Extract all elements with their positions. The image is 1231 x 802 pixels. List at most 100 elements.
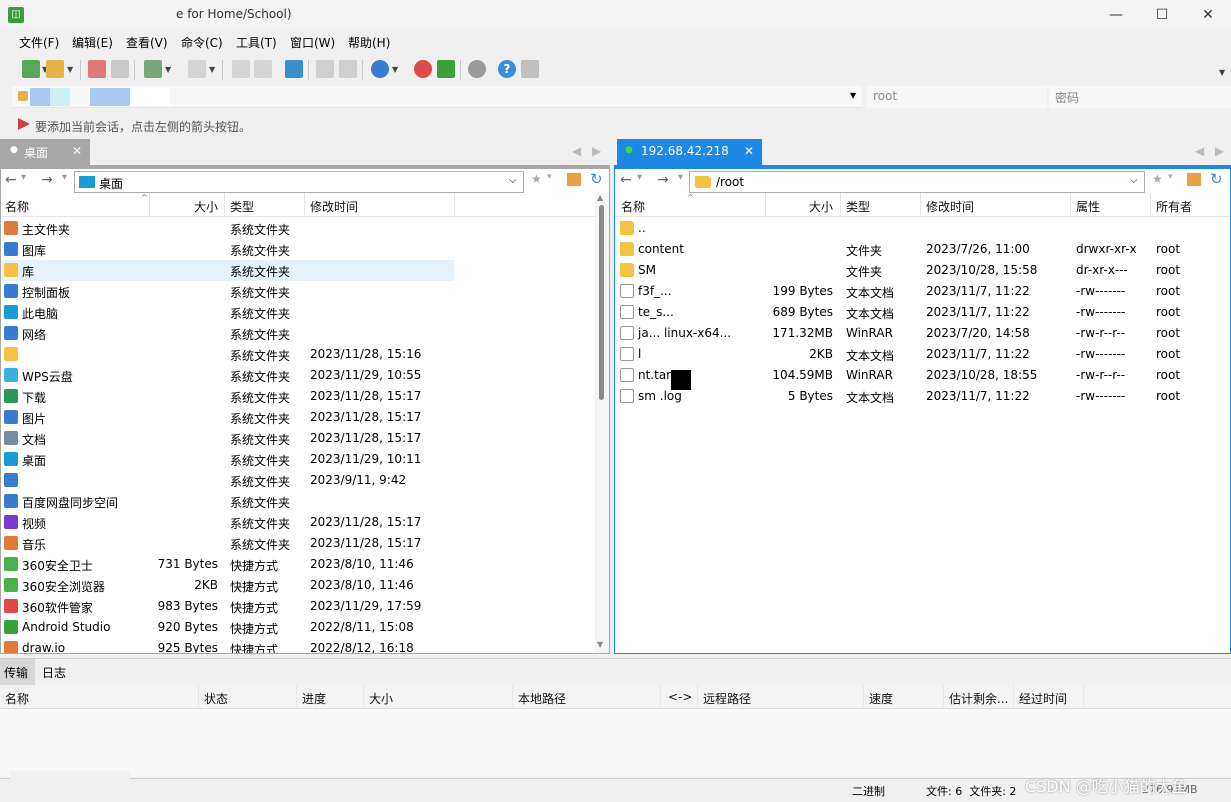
tab-local-desktop[interactable]: ● 桌面 ✕ <box>0 139 90 165</box>
chevron-down-icon[interactable]: ▾ <box>1168 172 1173 182</box>
menu-window[interactable]: 窗口(W) <box>290 34 335 51</box>
scroll-down-icon[interactable]: ▼ <box>597 640 603 649</box>
chevron-down-icon[interactable]: ▼ <box>392 65 398 74</box>
table-row[interactable]: 图片 系统文件夹 2023/11/28, 15:17 <box>1 407 454 428</box>
menu-file[interactable]: 文件(F) <box>19 34 59 51</box>
close-button[interactable]: ✕ <box>1185 0 1231 30</box>
menu-command[interactable]: 命令(C) <box>181 34 223 51</box>
table-row[interactable]: 桌面 系统文件夹 2023/11/29, 10:11 <box>1 449 454 470</box>
column-divider[interactable] <box>454 193 455 217</box>
copy-icon[interactable] <box>316 60 334 78</box>
host-field[interactable]: ▼ <box>12 86 862 108</box>
column-speed[interactable]: 速度 <box>869 690 893 707</box>
chevron-down-icon[interactable]: ▼ <box>209 65 215 74</box>
tab-next-icon[interactable]: ▶ <box>592 144 601 158</box>
tab-remote-session[interactable]: ● 192.68.42.218 ✕ <box>617 139 762 165</box>
table-row[interactable]: .. <box>615 218 1215 239</box>
local-path-field[interactable]: 桌面 ⌵ <box>74 171 524 193</box>
column-status[interactable]: 状态 <box>204 690 228 707</box>
menu-help[interactable]: 帮助(H) <box>348 34 390 51</box>
table-row[interactable]: ja... linux-x64... 171.32MB WinRAR 2023/7/2… <box>615 323 1215 344</box>
column-divider[interactable] <box>840 193 841 217</box>
table-row[interactable]: draw.io 925 Bytes 快捷方式 2022/8/12, 16:18 <box>1 638 454 653</box>
column-progress[interactable]: 进度 <box>302 690 326 707</box>
table-row[interactable]: l 2KB 文本文档 2023/11/7, 11:22 -rw------- root <box>615 344 1215 365</box>
chevron-down-icon[interactable]: ▾ <box>678 172 683 183</box>
table-row[interactable]: 主文件夹 系统文件夹 <box>1 218 454 239</box>
chevron-down-icon[interactable]: ⌵ <box>1130 175 1138 186</box>
back-icon[interactable]: ← <box>620 172 632 188</box>
paste-icon[interactable] <box>339 60 357 78</box>
table-row[interactable]: content 文件夹 2023/7/26, 11:00 drwxr-xr-x root <box>615 239 1215 260</box>
table-row[interactable]: 百度网盘同步空间 系统文件夹 <box>1 491 454 512</box>
table-row[interactable]: WPS云盘 系统文件夹 2023/11/29, 10:55 <box>1 365 454 386</box>
column-local-path[interactable]: 本地路径 <box>518 690 566 707</box>
properties-icon[interactable] <box>232 60 250 78</box>
refresh-icon[interactable]: ↻ <box>1210 170 1223 188</box>
chevron-down-icon[interactable]: ▾ <box>637 172 642 183</box>
column-divider[interactable] <box>363 685 364 709</box>
table-row[interactable]: 系统文件夹 2023/11/28, 15:16 <box>1 344 454 365</box>
globe-icon[interactable] <box>371 60 389 78</box>
username-field[interactable]: root <box>867 86 1047 108</box>
table-row[interactable]: nt.tar.gz 104.59MB WinRAR 2023/10/28, 18:55… <box>615 365 1215 386</box>
table-row[interactable]: SM 文件夹 2023/10/28, 15:58 dr-xr-x--- root <box>615 260 1215 281</box>
close-tab-icon[interactable]: ✕ <box>72 144 82 158</box>
chevron-down-icon[interactable]: ▼ <box>67 65 73 74</box>
column-divider[interactable] <box>198 685 199 709</box>
bookmark-icon[interactable] <box>18 118 30 130</box>
home-folder-icon[interactable] <box>567 173 581 186</box>
table-row[interactable]: Android Studio 920 Bytes 快捷方式 2022/8/11, 15… <box>1 617 454 638</box>
tab-transfer[interactable]: 传输 <box>0 659 35 685</box>
chevron-down-icon[interactable]: ▾ <box>21 172 26 183</box>
column-remote-path[interactable]: 远程路径 <box>703 690 751 707</box>
column-elapsed[interactable]: 经过时间 <box>1019 690 1067 707</box>
column-divider[interactable] <box>660 685 661 709</box>
help-icon[interactable]: ? <box>498 60 516 78</box>
transfer-mode[interactable]: 二进制 <box>852 783 885 799</box>
table-row[interactable]: 音乐 系统文件夹 2023/11/28, 15:17 <box>1 533 454 554</box>
forward-icon[interactable]: → <box>41 172 53 188</box>
gear-icon[interactable] <box>468 60 486 78</box>
sync-icon[interactable] <box>144 60 162 78</box>
column-mtime[interactable]: 修改时间 <box>310 198 358 215</box>
xshell-icon[interactable] <box>414 60 432 78</box>
column-divider[interactable] <box>920 193 921 217</box>
star-icon[interactable]: ★ <box>531 172 542 186</box>
password-field[interactable]: 密码 <box>1049 86 1231 108</box>
table-row[interactable]: 系统文件夹 2023/9/11, 9:42 <box>1 470 454 491</box>
column-divider[interactable] <box>149 193 150 217</box>
column-divider[interactable] <box>765 193 766 217</box>
column-name[interactable]: 名称 <box>5 198 29 215</box>
menu-view[interactable]: 查看(V) <box>126 34 168 51</box>
chevron-down-icon[interactable]: ▾ <box>547 172 552 182</box>
table-row[interactable]: 360安全卫士 731 Bytes 快捷方式 2023/8/10, 11:46 <box>1 554 454 575</box>
edit-icon[interactable] <box>254 60 272 78</box>
xftp-icon[interactable] <box>437 60 455 78</box>
left-scrollbar[interactable]: ▲ ▼ <box>595 193 609 653</box>
column-size[interactable]: 大小 <box>369 690 393 707</box>
table-row[interactable]: 图库 系统文件夹 <box>1 239 454 260</box>
table-row[interactable]: 视频 系统文件夹 2023/11/28, 15:17 <box>1 512 454 533</box>
column-divider[interactable] <box>296 685 297 709</box>
column-divider[interactable] <box>512 685 513 709</box>
column-divider[interactable] <box>863 685 864 709</box>
table-row[interactable]: f3f_... 199 Bytes 文本文档 2023/11/7, 11:22 -rw-… <box>615 281 1215 302</box>
star-icon[interactable]: ★ <box>1152 172 1163 186</box>
chevron-down-icon[interactable]: ⌵ <box>509 175 517 186</box>
column-name[interactable]: 名称 <box>5 690 29 707</box>
back-icon[interactable]: ← <box>5 172 17 188</box>
column-type[interactable]: 类型 <box>846 198 870 215</box>
column-divider[interactable] <box>1070 193 1071 217</box>
table-row[interactable]: 控制面板 系统文件夹 <box>1 281 454 302</box>
tab-prev-icon[interactable]: ◀ <box>1195 144 1204 158</box>
column-divider[interactable] <box>697 685 698 709</box>
forward-icon[interactable]: → <box>657 172 669 188</box>
table-row[interactable]: te_s... 689 Bytes 文本文档 2023/11/7, 11:22 -rw-… <box>615 302 1215 323</box>
column-size[interactable]: 大小 <box>809 198 833 215</box>
column-attributes[interactable]: 属性 <box>1076 198 1100 215</box>
column-divider[interactable] <box>1150 193 1151 217</box>
tab-log[interactable]: 日志 <box>36 659 72 685</box>
column-mtime[interactable]: 修改时间 <box>926 198 974 215</box>
column-divider[interactable] <box>224 193 225 217</box>
